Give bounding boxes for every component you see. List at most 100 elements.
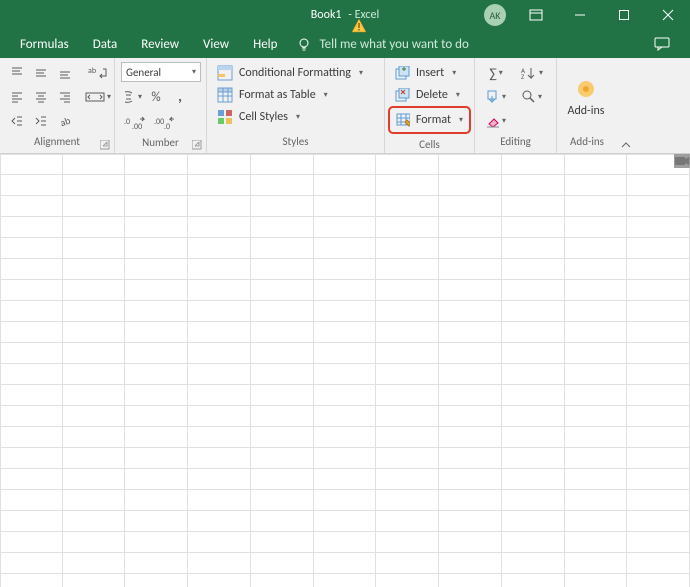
- grid-cell[interactable]: [188, 196, 251, 217]
- grid-cell[interactable]: [502, 574, 565, 587]
- grid-cell[interactable]: [376, 175, 439, 196]
- grid-cell[interactable]: [376, 490, 439, 511]
- grid-cell[interactable]: [627, 385, 690, 406]
- grid-cell[interactable]: [376, 448, 439, 469]
- grid-cell[interactable]: [188, 238, 251, 259]
- grid-cell[interactable]: [627, 490, 690, 511]
- comments-button[interactable]: [642, 37, 682, 51]
- grid-cell[interactable]: [502, 490, 565, 511]
- grid-cell[interactable]: [125, 553, 188, 574]
- grid-cell[interactable]: [627, 217, 690, 238]
- addins-button[interactable]: Add-ins: [568, 78, 605, 118]
- grid-cell[interactable]: [251, 301, 314, 322]
- minimize-button[interactable]: [558, 0, 602, 30]
- grid-cell[interactable]: [251, 364, 314, 385]
- grid-cell[interactable]: [502, 406, 565, 427]
- grid-cell[interactable]: [376, 301, 439, 322]
- grid-cell[interactable]: [63, 301, 126, 322]
- grid-cell[interactable]: [188, 532, 251, 553]
- grid-cell[interactable]: [63, 406, 126, 427]
- grid-cell[interactable]: [376, 385, 439, 406]
- grid-cell[interactable]: [314, 490, 377, 511]
- grid-cell[interactable]: [627, 259, 690, 280]
- grid-cell[interactable]: [0, 532, 63, 553]
- grid-cell[interactable]: [63, 322, 126, 343]
- tab-view[interactable]: View: [191, 30, 241, 58]
- grid-cell[interactable]: [314, 301, 377, 322]
- grid-cell[interactable]: [63, 553, 126, 574]
- grid-cell[interactable]: [627, 469, 690, 490]
- grid-cell[interactable]: [565, 217, 628, 238]
- user-avatar[interactable]: AK: [484, 4, 506, 26]
- grid-cell[interactable]: [125, 301, 188, 322]
- grid-cell[interactable]: [439, 343, 502, 364]
- grid-cell[interactable]: [251, 385, 314, 406]
- grid-cell[interactable]: [376, 280, 439, 301]
- grid-cell[interactable]: [627, 532, 690, 553]
- grid-cell[interactable]: [188, 322, 251, 343]
- align-top-button[interactable]: [6, 62, 28, 84]
- grid-cell[interactable]: [565, 322, 628, 343]
- grid-cell[interactable]: [188, 553, 251, 574]
- grid-cell[interactable]: [0, 238, 63, 259]
- grid-cell[interactable]: [439, 280, 502, 301]
- grid-cell[interactable]: [188, 217, 251, 238]
- grid-cell[interactable]: [502, 553, 565, 574]
- grid-cell[interactable]: [627, 196, 690, 217]
- grid-cell[interactable]: [376, 259, 439, 280]
- grid-cell[interactable]: [0, 364, 63, 385]
- grid-cell[interactable]: [565, 343, 628, 364]
- grid-cell[interactable]: [0, 469, 63, 490]
- grid-cell[interactable]: [188, 511, 251, 532]
- grid-cell[interactable]: [565, 574, 628, 587]
- orientation-button[interactable]: ab: [54, 110, 76, 132]
- decrease-indent-button[interactable]: [6, 110, 28, 132]
- grid-cell[interactable]: [188, 175, 251, 196]
- grid-cell[interactable]: [251, 553, 314, 574]
- tab-help[interactable]: Help: [241, 30, 289, 58]
- grid-cell[interactable]: [0, 217, 63, 238]
- grid-cell[interactable]: [188, 574, 251, 587]
- format-as-table-button[interactable]: Format as Table▾: [213, 84, 378, 106]
- grid-cell[interactable]: [376, 238, 439, 259]
- grid-cell[interactable]: [125, 364, 188, 385]
- grid-cell[interactable]: [502, 154, 565, 175]
- grid-cell[interactable]: [565, 553, 628, 574]
- grid-cell[interactable]: [314, 553, 377, 574]
- grid-cell[interactable]: [439, 490, 502, 511]
- grid-cell[interactable]: [376, 406, 439, 427]
- align-center-button[interactable]: [30, 86, 52, 108]
- grid-cell[interactable]: [565, 385, 628, 406]
- grid-cell[interactable]: [376, 364, 439, 385]
- grid-cell[interactable]: [565, 406, 628, 427]
- grid-cell[interactable]: [63, 427, 126, 448]
- grid-cell[interactable]: [314, 175, 377, 196]
- grid-cell[interactable]: [565, 238, 628, 259]
- comma-format-button[interactable]: ,: [169, 86, 191, 108]
- grid-cell[interactable]: [125, 532, 188, 553]
- grid-cell[interactable]: [0, 553, 63, 574]
- number-format-dropdown[interactable]: General ▾: [121, 62, 201, 82]
- grid-cell[interactable]: [63, 238, 126, 259]
- grid-cell[interactable]: [439, 238, 502, 259]
- grid-cell[interactable]: [565, 259, 628, 280]
- grid-cell[interactable]: [125, 469, 188, 490]
- grid-cell[interactable]: [502, 238, 565, 259]
- grid-cell[interactable]: [502, 301, 565, 322]
- grid-cell[interactable]: [627, 322, 690, 343]
- grid-cell[interactable]: [125, 343, 188, 364]
- cell-styles-button[interactable]: Cell Styles▾: [213, 106, 378, 128]
- grid-cell[interactable]: [314, 343, 377, 364]
- grid-cell[interactable]: [627, 364, 690, 385]
- grid-cell[interactable]: [0, 301, 63, 322]
- grid-cell[interactable]: [439, 532, 502, 553]
- autosum-button[interactable]: ∑▾: [481, 62, 511, 84]
- grid-cell[interactable]: [251, 217, 314, 238]
- grid-cell[interactable]: [502, 448, 565, 469]
- grid-cell[interactable]: [502, 343, 565, 364]
- grid-cell[interactable]: [439, 448, 502, 469]
- grid-cell[interactable]: [502, 532, 565, 553]
- grid-cell[interactable]: [376, 511, 439, 532]
- grid-cell[interactable]: [627, 511, 690, 532]
- grid-cell[interactable]: [125, 406, 188, 427]
